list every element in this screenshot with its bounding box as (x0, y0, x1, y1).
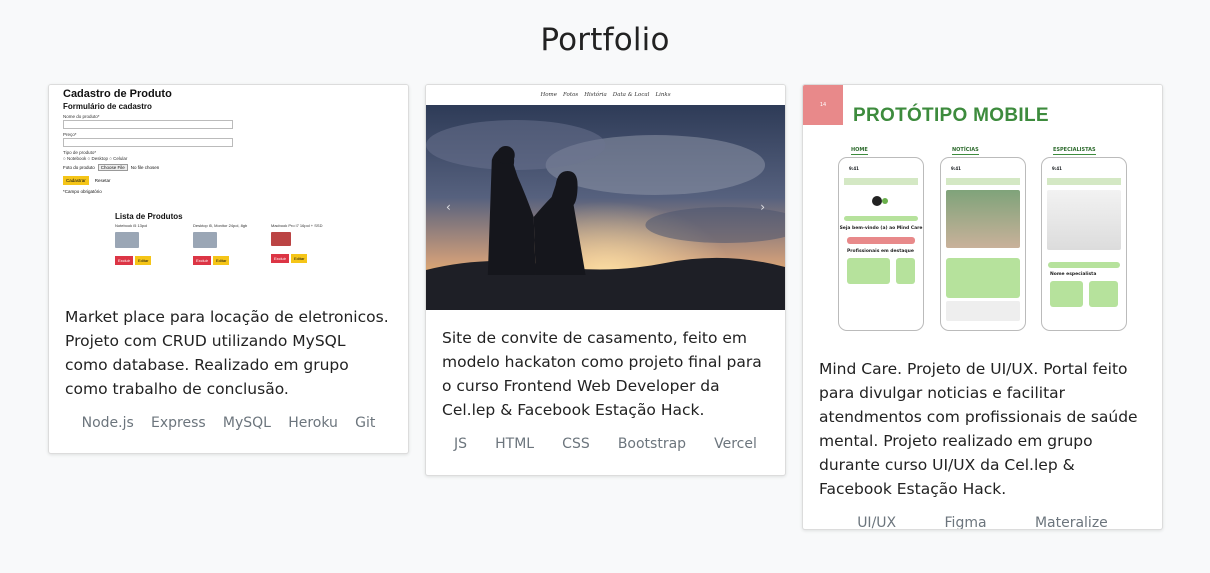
mock-section-label: HOME (851, 147, 868, 155)
search-bar (844, 216, 918, 221)
portfolio-card-mindcare: 14 PROTÓTIPO MOBILE HOME NOTÍCIAS ESPECI… (802, 84, 1163, 530)
tag-bootstrap[interactable]: Bootstrap (618, 436, 686, 452)
carousel-prev-icon[interactable]: ‹ (446, 200, 451, 214)
mock-file-button: Choose File (97, 164, 128, 171)
tag-git[interactable]: Git (355, 415, 375, 431)
tag-vercel[interactable]: Vercel (714, 436, 757, 452)
tag-figma[interactable]: Figma (945, 515, 987, 529)
card-description: Site de convite de casamento, feito em m… (442, 329, 762, 419)
mock-delete: Excluir (271, 254, 290, 263)
welcome-text: Seja bem-vindo (a) ao Mind Care (839, 226, 923, 231)
project-screenshot: Cadastro de Produto Formulário de cadast… (49, 85, 408, 295)
mock-edit: Editar (291, 254, 308, 263)
portfolio-card-marketplace: Cadastro de Produto Formulário de cadast… (48, 84, 409, 454)
logo-icon (844, 189, 918, 213)
specialist-photo (1047, 190, 1121, 250)
mock-edit: Editar (135, 256, 152, 265)
specialist-card (1050, 281, 1083, 307)
mock-title: Cadastro de Produto (63, 88, 172, 100)
mock-nav-item: Home (540, 92, 558, 98)
tag-js[interactable]: JS (454, 436, 467, 452)
mock-input-price (63, 138, 233, 147)
mock-file-row: Foto do produto Choose File No file chos… (63, 164, 394, 171)
slide-number-badge: 14 (803, 85, 843, 125)
tag-heroku[interactable]: Heroku (288, 415, 338, 431)
mock-list-title: Lista de Produtos (115, 212, 183, 221)
news-photo (946, 190, 1020, 248)
phone-header (946, 178, 1020, 185)
mock-nav-item: Data & Local (612, 92, 650, 98)
specialists-title: Nome especialista (1050, 272, 1097, 277)
tag-html[interactable]: HTML (495, 436, 534, 452)
mock-submit: Cadastrar (63, 176, 89, 185)
mock-nav-item: Fotos (563, 92, 579, 98)
card-description: Mind Care. Projeto de UI/UX. Portal feit… (819, 360, 1138, 498)
laptop-image (115, 232, 139, 248)
mock-product: Desktop i5, Monitor 24pol, 8gb Excluir Ed… (193, 223, 253, 265)
tag-mysql[interactable]: MySQL (223, 415, 271, 431)
desktop-image (193, 232, 217, 248)
phone-time: 9:41 (1052, 166, 1062, 171)
mock-form-buttons: Cadastrar Resetar (63, 176, 394, 185)
portfolio-card-wedding: Home Fotos História Data & Local Links ‹… (425, 84, 786, 476)
card-description: Market place para locação de eletronicos… (65, 308, 389, 398)
tag-uiux[interactable]: UI/UX (857, 515, 896, 529)
tech-tags: JS HTML CSS Bootstrap Vercel (426, 436, 785, 452)
page-title: Portfolio (540, 22, 670, 58)
mock-product-list: Notebook i5 13pol Excluir Editar Desktop … (115, 223, 394, 265)
project-screenshot: Home Fotos História Data & Local Links ‹… (426, 85, 785, 310)
cta-bar (847, 237, 915, 244)
project-screenshot: 14 PROTÓTIPO MOBILE HOME NOTÍCIAS ESPECI… (803, 85, 1162, 347)
mock-product-name: Macbook Pro i7 16pol + SSD (271, 223, 323, 228)
tag-express[interactable]: Express (151, 415, 206, 431)
mock-product-name: Notebook i5 13pol (115, 223, 148, 228)
mock-product: Macbook Pro i7 16pol + SSD Excluir Editar (271, 223, 331, 265)
specialist-card (1088, 281, 1118, 307)
search-bar (1048, 262, 1120, 268)
phone-header (844, 178, 918, 185)
phone-header (1047, 178, 1121, 185)
mock-label-price: Preço* (63, 132, 77, 137)
phone-news: 9:41 (940, 157, 1026, 331)
featured-title: Profissionais em destaque (847, 249, 914, 254)
mock-input-name (63, 120, 233, 129)
tag-css[interactable]: CSS (562, 436, 590, 452)
mock-product: Notebook i5 13pol Excluir Editar (115, 223, 175, 265)
tech-tags: UI/UX Figma Materalize (803, 515, 1162, 529)
mock-file-status: No file chosen (130, 165, 160, 170)
phone-time: 9:41 (951, 166, 961, 171)
mock-type-options: ○ Notebook ○ Desktop ○ Celular (63, 156, 128, 161)
mock-label-type: Tipo de produto* (63, 150, 97, 155)
mock-section-label: NOTÍCIAS (952, 147, 979, 155)
mock-reset: Resetar (94, 178, 111, 183)
news-photo (946, 301, 1020, 321)
news-card (946, 258, 1020, 298)
phone-home: 9:41 Seja bem-vindo (a) ao Mind Care Pro… (838, 157, 924, 331)
carousel-next-icon[interactable]: › (760, 200, 765, 214)
mock-edit: Editar (213, 256, 230, 265)
macbook-image (271, 232, 291, 246)
mock-label-name: Nome do produto* (63, 114, 100, 119)
mock-product-name: Desktop i5, Monitor 24pol, 8gb (193, 223, 248, 228)
mock-label-photo: Foto do produto (63, 165, 95, 170)
mock-nav-item: História (584, 92, 607, 98)
mock-delete: Excluir (193, 256, 212, 265)
specialist-card (847, 258, 890, 284)
phone-time: 9:41 (849, 166, 859, 171)
couple-sunset-photo (426, 105, 785, 310)
tag-materialize[interactable]: Materalize (1035, 515, 1108, 529)
mock-section-label: ESPECIALISTAS (1053, 147, 1096, 155)
mock-delete: Excluir (115, 256, 134, 265)
tech-tags: Node.js Express MySQL Heroku Git (49, 415, 408, 431)
mock-title: PROTÓTIPO MOBILE (853, 105, 1049, 126)
tag-nodejs[interactable]: Node.js (82, 415, 134, 431)
mock-form-title: Formulário de cadastro (63, 102, 152, 111)
phone-specialists: 9:41 Nome especialista (1041, 157, 1127, 331)
specialist-card (895, 258, 915, 284)
mock-note: *Campo obrigatório (63, 189, 102, 194)
mock-nav: Home Fotos História Data & Local Links (426, 85, 785, 105)
mock-nav-item: Links (655, 92, 671, 98)
